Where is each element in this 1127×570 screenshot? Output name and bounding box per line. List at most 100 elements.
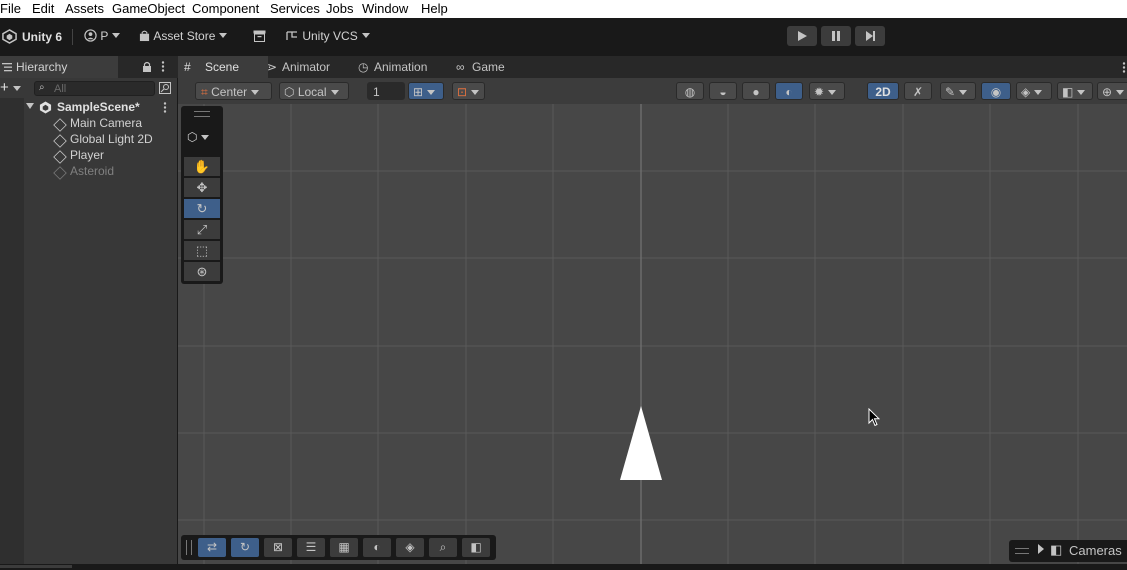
overlay-settings-button[interactable]: ☰	[297, 538, 325, 557]
view-tool-button[interactable]: ✋	[184, 157, 220, 176]
animator-icon: ⋗	[267, 60, 278, 74]
scene-viewport[interactable]	[178, 104, 1127, 570]
drag-handle-icon[interactable]	[186, 540, 192, 555]
hierarchy-item-label: Asteroid	[70, 164, 115, 178]
mouse-cursor-icon	[868, 408, 880, 427]
step-button[interactable]	[855, 26, 885, 46]
move-arrows-icon: ✥	[196, 180, 208, 195]
kebab-menu-icon[interactable]	[161, 61, 165, 72]
pivot-space-dropdown[interactable]: ⬡ Local	[279, 82, 349, 100]
layers-dropdown[interactable]: ◈	[1016, 82, 1052, 100]
increment-snap-toggle[interactable]: ⊡	[452, 82, 485, 100]
menu-window[interactable]: Window	[362, 1, 408, 16]
layers-icon: ◈	[405, 540, 415, 554]
asset-store-button[interactable]: Asset Store	[139, 28, 228, 46]
snap-increment-value: 1	[373, 85, 380, 99]
hierarchy-tab[interactable]: Hierarchy	[0, 56, 118, 78]
search-filter-icon[interactable]	[159, 82, 171, 94]
scene-row[interactable]: SampleScene*	[24, 100, 177, 116]
rotate-tool-button[interactable]: ↻	[184, 199, 220, 218]
menu-file[interactable]: File	[0, 1, 21, 16]
hierarchy-item-player[interactable]: Player	[24, 148, 177, 164]
tab-scene[interactable]: # Scene	[178, 56, 268, 78]
cameras-overlay[interactable]: ◧ Cameras	[1009, 540, 1127, 562]
hierarchy-item-global-light[interactable]: Global Light 2D	[24, 132, 177, 148]
draw-mode-wireframe-button[interactable]: ◍	[676, 82, 704, 100]
lighting-icon: ✗	[912, 85, 924, 99]
scene-visibility-toggle[interactable]: ◉	[981, 82, 1011, 100]
lock-icon[interactable]	[142, 61, 152, 72]
draw-mode-shaded-button[interactable]: ●	[742, 82, 770, 100]
overlay-collider-button[interactable]: ⊠	[264, 538, 292, 557]
scale-tool-button[interactable]: ⤢	[184, 220, 220, 239]
sphere-solid-icon: ●	[752, 85, 760, 99]
shuffle-icon: ⇄	[206, 540, 218, 554]
rect-tool-button[interactable]: ⬚	[184, 241, 220, 260]
overlay-grid-button[interactable]: ▦	[330, 538, 358, 557]
overlay-rotate-button[interactable]: ↻	[231, 538, 259, 557]
grid-snap-toggle[interactable]: ⊞	[408, 82, 444, 100]
tab-animation-label: Animation	[374, 60, 428, 74]
hierarchy-gutter	[0, 98, 24, 570]
effects-dropdown[interactable]: ✎	[940, 82, 976, 100]
lighting-toggle[interactable]: ✗	[904, 82, 932, 100]
menu-edit[interactable]: Edit	[32, 1, 54, 16]
collapse-arrow-icon[interactable]	[1038, 544, 1044, 554]
chevron-down-icon	[12, 86, 21, 92]
package-box-icon[interactable]	[253, 30, 266, 42]
snap-increment-input[interactable]: 1	[367, 82, 405, 100]
overlay-layers-button[interactable]: ◈	[396, 538, 424, 557]
rotate-icon: ↻	[196, 201, 208, 216]
overlay-shuffle-button[interactable]: ⇄	[198, 538, 226, 557]
tool-context-dropdown[interactable]: ⬡	[187, 130, 219, 148]
account-button[interactable]: P	[84, 28, 121, 46]
bug-icon: ✹	[814, 85, 825, 99]
menu-component[interactable]: Component	[192, 1, 259, 16]
tab-animation[interactable]: ◷ Animation	[358, 56, 448, 78]
move-tool-button[interactable]: ✥	[184, 178, 220, 197]
menu-services[interactable]: Services	[270, 1, 320, 16]
sphere-lit-icon: ◐	[785, 85, 793, 99]
play-button[interactable]	[787, 26, 817, 46]
hierarchy-search-input[interactable]: ⌕ All	[34, 81, 155, 96]
gizmos-dropdown[interactable]: ⊕	[1097, 82, 1127, 100]
plus-icon: +	[0, 79, 9, 96]
kebab-menu-icon[interactable]	[163, 102, 167, 113]
unity-vcs-button[interactable]: Unity VCS	[285, 28, 370, 46]
chevron-down-icon	[1034, 90, 1043, 96]
effects-icon: ✎	[945, 85, 956, 99]
menu-assets[interactable]: Assets	[65, 1, 104, 16]
tab-animator[interactable]: ⋗ Animator	[267, 56, 351, 78]
drag-handle-icon[interactable]	[1015, 548, 1029, 554]
player-sprite[interactable]	[620, 406, 662, 480]
transform-tool-button[interactable]: ⊛	[184, 262, 220, 281]
create-button[interactable]: +	[0, 79, 26, 96]
draw-mode-shaded-wire-button[interactable]: ◒	[709, 82, 737, 100]
drag-handle-icon[interactable]	[194, 111, 210, 117]
hierarchy-item-asteroid[interactable]: Asteroid	[24, 164, 177, 180]
pivot-mode-dropdown[interactable]: ⌗ Center	[195, 82, 272, 100]
mode-2d-toggle[interactable]: 2D	[867, 82, 899, 100]
unity-logo-icon	[2, 29, 17, 44]
kebab-menu-icon[interactable]	[1122, 62, 1126, 73]
tab-game[interactable]: ∞ Game	[456, 56, 526, 78]
overlay-search-button[interactable]: ⌕	[429, 538, 457, 557]
transform-icon: ⊛	[196, 264, 208, 279]
chevron-down-icon	[361, 33, 370, 39]
overlay-camera-button[interactable]: ◧	[462, 538, 490, 557]
tab-animator-label: Animator	[282, 60, 331, 74]
overlay-lighting-button[interactable]: ◐	[363, 538, 391, 557]
draw-mode-lit-button[interactable]: ◐	[775, 82, 803, 100]
hierarchy-item-label: Main Camera	[70, 116, 143, 130]
toolbar-divider	[72, 29, 73, 45]
menu-help[interactable]: Help	[421, 1, 448, 16]
expand-arrow-icon[interactable]	[26, 103, 34, 109]
search-placeholder: All	[54, 83, 67, 95]
pause-button[interactable]	[821, 26, 851, 46]
menu-jobs[interactable]: Jobs	[326, 1, 353, 16]
hierarchy-item-main-camera[interactable]: Main Camera	[24, 116, 177, 132]
status-strip	[0, 564, 1127, 570]
debug-draw-dropdown[interactable]: ✹	[809, 82, 845, 100]
menu-gameobject[interactable]: GameObject	[112, 1, 185, 16]
scene-camera-dropdown[interactable]: ◧	[1057, 82, 1093, 100]
